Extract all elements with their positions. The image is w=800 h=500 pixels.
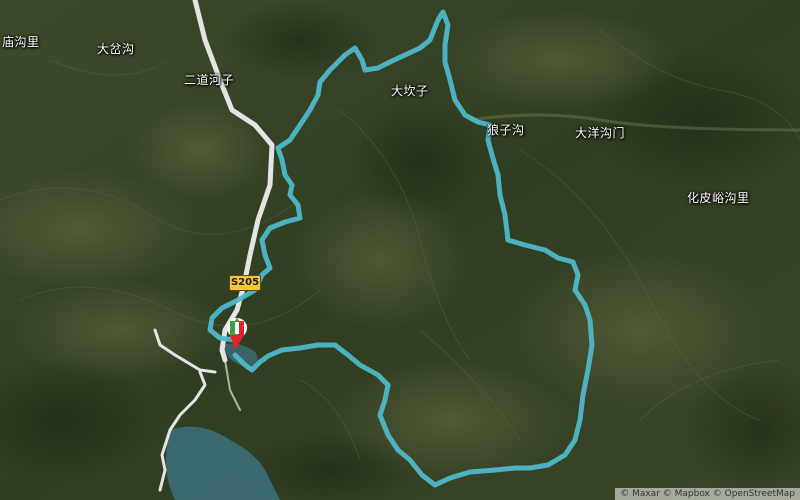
map-attribution[interactable]: © Maxar © Mapbox © OpenStreetMap <box>615 488 800 500</box>
road-shield: S205 <box>229 275 261 291</box>
satellite-basemap <box>0 0 800 500</box>
place-label: 化皮峪沟里 <box>687 191 750 205</box>
map-view[interactable]: 庙沟里 大岔沟 二道河子 大坎子 狼子沟 大洋沟门 化皮峪沟里 S205 © M… <box>0 0 800 500</box>
place-label: 狼子沟 <box>487 123 525 137</box>
place-label: 大岔沟 <box>97 42 135 56</box>
place-label: 大坎子 <box>391 84 429 98</box>
place-label: 二道河子 <box>184 73 235 87</box>
place-label: 大洋沟门 <box>575 126 626 140</box>
place-label: 庙沟里 <box>2 35 40 49</box>
